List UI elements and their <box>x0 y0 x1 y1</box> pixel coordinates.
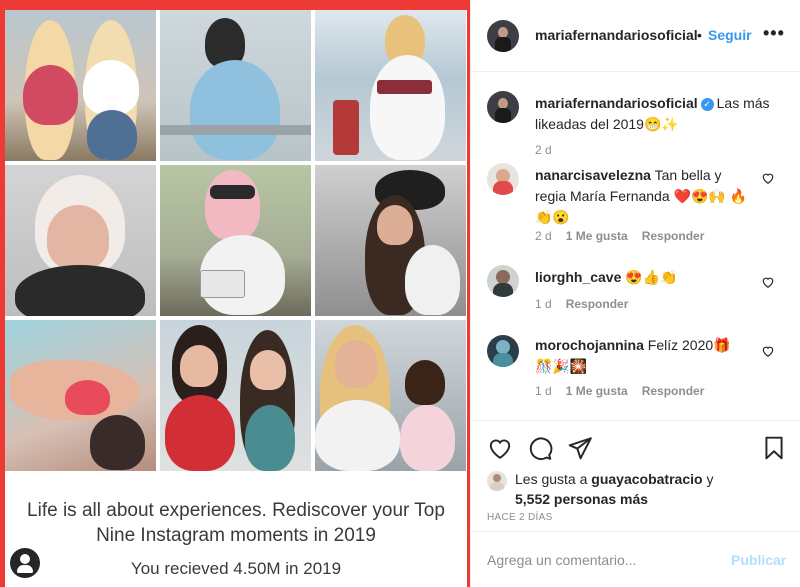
photo-tile <box>160 165 311 316</box>
reply-button[interactable]: Responder <box>642 384 705 398</box>
likes-text: Les gusta a guayacobatracio y 5,552 pers… <box>515 471 714 507</box>
comment-meta: 1 d Responder <box>535 297 629 311</box>
photo-tile <box>160 10 311 161</box>
follow-button[interactable]: Seguir <box>708 27 752 43</box>
liker-username[interactable]: guayacobatracio <box>591 471 702 487</box>
caption-meta: 2 d <box>535 143 566 157</box>
save-bookmark-icon[interactable] <box>761 435 787 461</box>
likes-received-text: You recieved 4.50M in 2019 <box>130 559 342 578</box>
post-caption: mariafernandariosoficial ✓ Las más likeada… <box>535 93 785 135</box>
photo-tile <box>315 10 466 161</box>
photo-tile <box>5 165 156 316</box>
likes-count[interactable]: 5,552 personas más <box>515 491 648 507</box>
photo-tile <box>315 165 466 316</box>
separator-dot: • <box>697 27 702 43</box>
comment-text: nanarcisavelezna Tan bella y regia María… <box>535 167 748 225</box>
media-caption: Life is all about experiences. Rediscove… <box>5 474 467 587</box>
avatar[interactable] <box>487 163 519 195</box>
caption-username[interactable]: mariafernandariosoficial <box>535 95 698 111</box>
comment-like-heart-icon[interactable] <box>761 171 775 185</box>
avatar[interactable] <box>487 265 519 297</box>
comment-meta: 2 d1 Me gusta Responder <box>535 229 705 243</box>
top-nine-collage: Life is all about experiences. Rediscove… <box>5 10 467 587</box>
comment-like-heart-icon[interactable] <box>761 344 775 358</box>
comments-list: mariafernandariosoficial ✓ Las más likeada… <box>471 73 800 418</box>
comment-username[interactable]: liorghh_cave <box>535 269 621 285</box>
comment-username[interactable]: nanarcisavelezna <box>535 167 651 183</box>
share-paper-plane-icon[interactable] <box>567 435 593 461</box>
avatar[interactable] <box>487 91 519 123</box>
reply-button[interactable]: Responder <box>642 229 705 243</box>
reply-button[interactable]: Responder <box>566 297 629 311</box>
caption-time[interactable]: 2 d <box>535 143 552 157</box>
photo-tile <box>315 320 466 471</box>
comment-text: morochojannina Felíz 2020🎁 🎊🎉🎇 <box>535 337 731 374</box>
tagged-user-icon[interactable] <box>10 548 40 578</box>
photo-tile <box>5 10 156 161</box>
more-options-icon[interactable]: ••• <box>763 24 787 44</box>
post-timestamp[interactable]: HACE 2 DÍAS <box>487 512 553 523</box>
post-media[interactable]: Life is all about experiences. Rediscove… <box>0 0 470 587</box>
avatar[interactable] <box>487 335 519 367</box>
comment-like-heart-icon[interactable] <box>761 275 775 289</box>
post-header: mariafernandariosoficial • Seguir ••• <box>471 0 800 72</box>
comment-text: liorghh_cave 😍👍👏 <box>535 269 678 285</box>
photo-grid <box>5 10 467 474</box>
comment-meta: 1 d1 Me gusta Responder <box>535 384 705 398</box>
post-sidebar: mariafernandariosoficial • Seguir ••• ma… <box>470 0 800 587</box>
post-author-username[interactable]: mariafernandariosoficial <box>535 27 698 43</box>
comment-username[interactable]: morochojannina <box>535 337 644 353</box>
avatar[interactable] <box>487 20 519 52</box>
top-nine-headline: Life is all about experiences. Rediscove… <box>27 500 445 546</box>
comment-composer: Publicar <box>471 531 800 587</box>
photo-tile <box>160 320 311 471</box>
comment-input[interactable] <box>487 550 717 570</box>
publish-button[interactable]: Publicar <box>731 552 786 568</box>
like-heart-icon[interactable] <box>487 435 513 461</box>
photo-tile <box>5 320 156 471</box>
avatar[interactable] <box>487 471 507 491</box>
instagram-post-view: Life is all about experiences. Rediscove… <box>0 0 800 587</box>
verified-badge-icon: ✓ <box>700 98 714 111</box>
comment-bubble-icon[interactable] <box>527 435 553 461</box>
